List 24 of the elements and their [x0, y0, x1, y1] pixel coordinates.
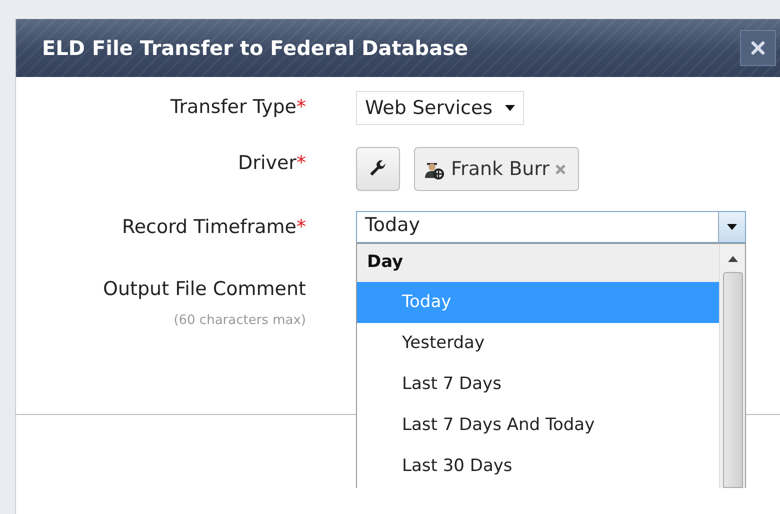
field-label: Record Timeframe* — [122, 215, 306, 240]
timeframe-combobox[interactable]: Today — [356, 211, 746, 243]
scrollbar[interactable] — [719, 244, 745, 488]
caret-icon — [504, 105, 515, 111]
dropdown-option[interactable]: Last 7 Days — [357, 364, 719, 405]
dropdown-option[interactable]: Last 30 Days — [357, 446, 719, 487]
wrench-button[interactable] — [356, 147, 400, 191]
dropdown-option[interactable]: Last 7 Days And Today — [357, 405, 719, 446]
wrench-icon — [369, 160, 387, 178]
close-button[interactable] — [740, 30, 776, 66]
scroll-up-icon[interactable] — [728, 256, 738, 262]
caret-icon — [727, 224, 737, 230]
field-label: Transfer Type* — [170, 95, 306, 120]
scrollbar-thumb[interactable] — [722, 272, 742, 488]
field-label: Output File Comment — [103, 277, 306, 302]
driver-token: Frank Burr — [414, 147, 580, 191]
dialog-title: ELD File Transfer to Federal Database — [42, 36, 468, 60]
close-icon — [751, 41, 765, 55]
field-hint: (60 characters max) — [174, 313, 306, 328]
transfer-type-dropdown[interactable]: Web Services — [356, 91, 524, 125]
group-header: Day — [357, 244, 719, 282]
field-label: Driver* — [238, 151, 306, 176]
remove-icon[interactable] — [555, 164, 566, 174]
dropdown-option[interactable]: Yesterday — [357, 323, 719, 364]
